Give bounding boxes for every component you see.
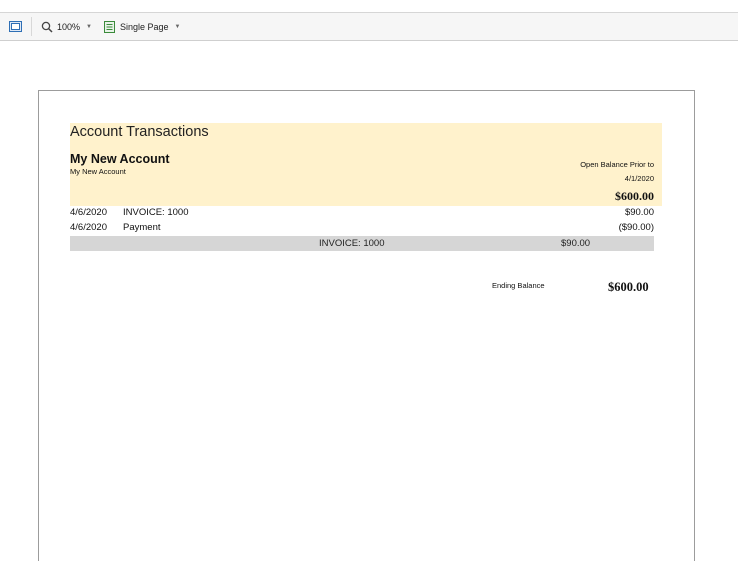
transaction-description: Payment [123, 222, 161, 233]
ending-balance-amount: $600.00 [608, 280, 649, 294]
open-balance-amount: $600.00 [615, 189, 654, 203]
ending-balance-label: Ending Balance [492, 281, 545, 290]
single-page-icon [104, 20, 115, 33]
open-balance-label: Open Balance Prior to [580, 160, 654, 169]
panel-icon [9, 21, 22, 32]
view-mode-label: Single Page [120, 21, 169, 32]
toolbar-separator [31, 17, 32, 36]
zoom-level: 100% [57, 21, 81, 32]
transaction-amount: $90.00 [624, 207, 654, 218]
magnifier-icon [41, 21, 53, 33]
report-title: Account Transactions [70, 124, 209, 140]
summary-amount: $90.00 [561, 238, 591, 249]
account-header: Account Transactions My New Account My N… [70, 123, 662, 206]
account-name: My New Account [70, 152, 170, 166]
zoom-dropdown[interactable]: 100% ▼ [41, 13, 92, 40]
transaction-date: 4/6/2020 [70, 222, 107, 233]
chevron-down-icon: ▼ [174, 23, 181, 30]
transaction-row: 4/6/2020 INVOICE: 1000 $90.00 [70, 207, 654, 221]
toolbar: 100% ▼ Single Page ▼ [0, 13, 738, 41]
open-balance-date: 4/1/2020 [624, 174, 654, 183]
summary-row: INVOICE: 1000 $90.00 [70, 236, 654, 251]
summary-description: INVOICE: 1000 [319, 238, 385, 249]
transaction-description: INVOICE: 1000 [123, 207, 189, 218]
transaction-date: 4/6/2020 [70, 207, 107, 218]
view-mode-dropdown[interactable]: Single Page ▼ [104, 13, 181, 40]
report-viewer-canvas[interactable]: Account Transactions My New Account My N… [0, 41, 738, 561]
sidebar-toggle-button[interactable] [9, 13, 22, 40]
account-subtitle: My New Account [70, 167, 126, 176]
report-page: Account Transactions My New Account My N… [38, 90, 695, 561]
chevron-down-icon: ▼ [86, 23, 92, 30]
transaction-amount: ($90.00) [618, 222, 654, 233]
transaction-row: 4/6/2020 Payment ($90.00) [70, 222, 654, 236]
